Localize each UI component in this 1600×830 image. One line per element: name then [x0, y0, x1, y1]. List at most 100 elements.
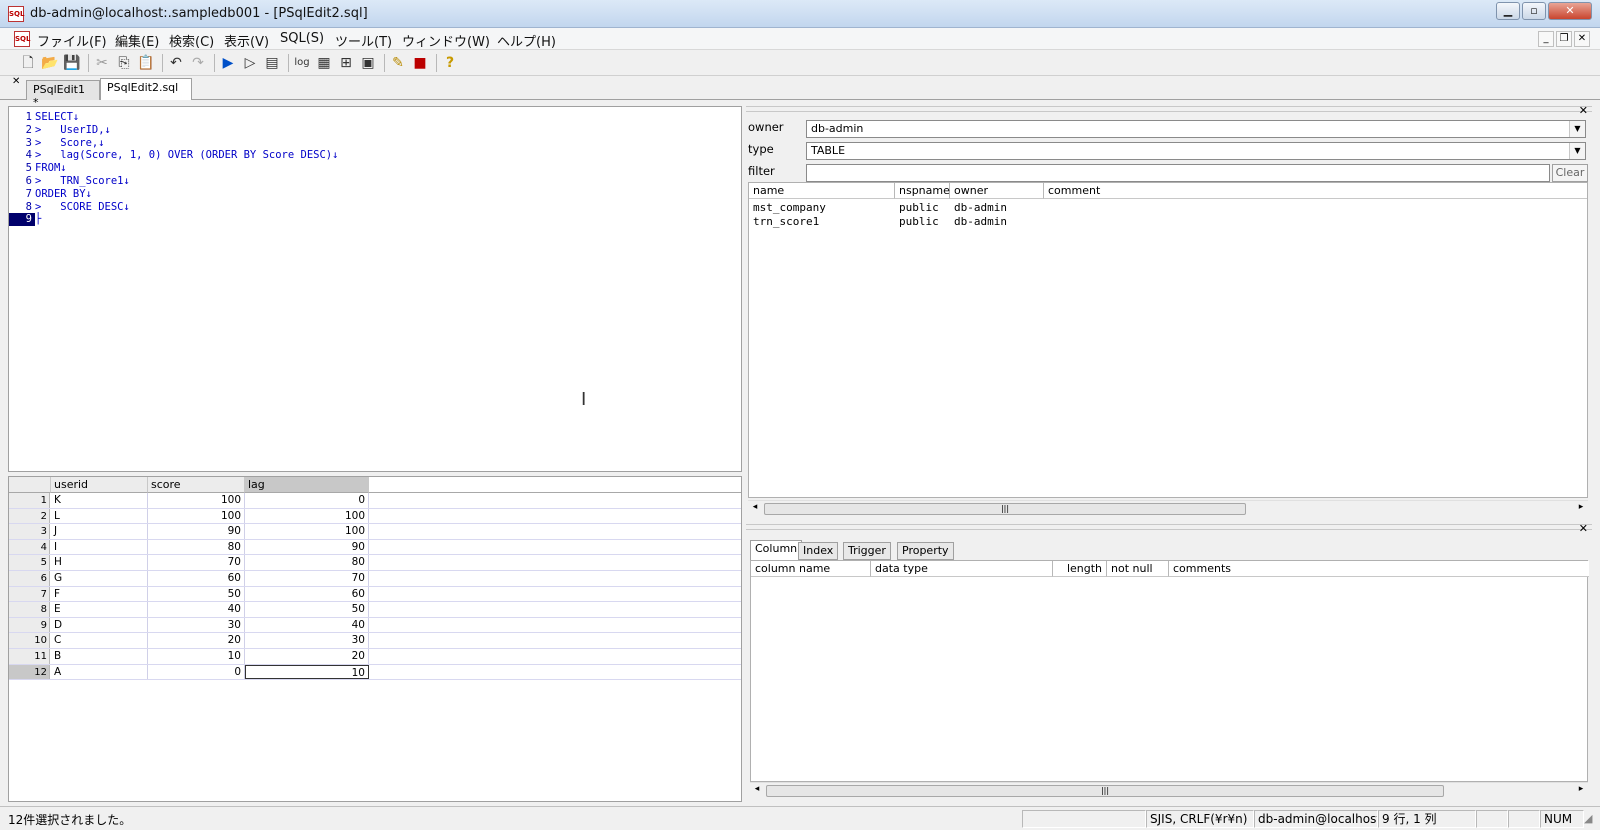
- grid-cell[interactable]: 70: [148, 555, 245, 571]
- cut-icon[interactable]: ✂: [92, 53, 112, 73]
- run-icon[interactable]: ▶: [218, 53, 238, 73]
- save-icon[interactable]: 💾: [62, 53, 82, 73]
- row-header[interactable]: 11: [9, 649, 50, 664]
- grid-cell[interactable]: 50: [245, 602, 369, 617]
- grid-cell[interactable]: B: [51, 649, 148, 664]
- filter-input[interactable]: [806, 164, 1550, 182]
- log-button[interactable]: log: [292, 53, 312, 73]
- scroll-left-icon[interactable]: ◂: [750, 784, 764, 794]
- explain-icon[interactable]: ▤: [262, 53, 282, 73]
- grid-cell[interactable]: 0: [245, 493, 369, 508]
- grid-header-userid[interactable]: userid: [51, 477, 148, 493]
- tab-trigger[interactable]: Trigger: [843, 542, 891, 560]
- row-header[interactable]: 5: [9, 555, 50, 571]
- redo-icon[interactable]: ↷: [188, 53, 208, 73]
- menu-file[interactable]: ファイル(F): [37, 31, 107, 50]
- table-row[interactable]: 3 J 90 100: [9, 524, 741, 540]
- open-folder-icon[interactable]: 📂: [40, 53, 60, 73]
- table-row[interactable]: 5 H 70 80: [9, 555, 741, 572]
- col-header-length[interactable]: length: [1053, 561, 1107, 577]
- sql-editor[interactable]: 1 SELECT↓ 2 > UserID,↓ 3 > Score,↓ 4 > lag(Scor…: [8, 106, 742, 472]
- panel-grip[interactable]: [746, 524, 1592, 530]
- document-icon[interactable]: SQL: [14, 31, 30, 47]
- scroll-thumb[interactable]: |||: [764, 503, 1246, 515]
- grid-cell[interactable]: 80: [148, 539, 245, 555]
- tab-psqledit2[interactable]: PSqlEdit2.sql: [100, 78, 192, 100]
- col-header-not-null[interactable]: not null: [1107, 561, 1169, 577]
- editor-line[interactable]: 9 ├: [9, 213, 41, 227]
- pencil-icon[interactable]: ✎: [388, 53, 408, 73]
- grid-cell[interactable]: 100: [148, 493, 245, 508]
- grid-icon[interactable]: ▦: [314, 53, 334, 73]
- mdi-minimize-button[interactable]: _: [1538, 31, 1554, 47]
- owner-select[interactable]: db-admin ▼: [806, 120, 1586, 138]
- result-grid[interactable]: userid score lag 1 K 100 0 2 L 100 100 3 J 90 100 4 I…: [8, 476, 742, 802]
- grid-cell[interactable]: G: [51, 571, 148, 586]
- grid-cell[interactable]: 90: [245, 539, 369, 555]
- close-button[interactable]: ✕: [1548, 2, 1592, 20]
- resize-grip-icon[interactable]: ◢: [1584, 812, 1592, 825]
- menu-view[interactable]: 表示(V): [224, 31, 269, 50]
- grid-cell[interactable]: 60: [245, 586, 369, 602]
- table-row[interactable]: 12 A 0 10: [9, 664, 741, 681]
- menu-window[interactable]: ウィンドウ(W): [402, 31, 490, 50]
- grid-cell[interactable]: 30: [148, 617, 245, 633]
- minimize-button[interactable]: ▁: [1496, 2, 1520, 20]
- grid-cell[interactable]: 0: [148, 664, 245, 680]
- grid-cell[interactable]: 50: [148, 586, 245, 602]
- editor-line[interactable]: 8 > SCORE DESC↓: [9, 201, 130, 214]
- list-item[interactable]: mst_company public db-admin: [749, 201, 1587, 215]
- undo-icon[interactable]: ↶: [166, 53, 186, 73]
- list-item[interactable]: trn_score1 public db-admin: [749, 215, 1587, 229]
- menu-help[interactable]: ヘルプ(H): [497, 31, 556, 50]
- editor-line[interactable]: 7 ORDER BY↓: [9, 188, 92, 201]
- menu-edit[interactable]: 編集(E): [115, 31, 159, 50]
- row-header[interactable]: 2: [9, 508, 50, 524]
- grid-cell[interactable]: D: [51, 617, 148, 633]
- grid-cell[interactable]: L: [51, 508, 148, 524]
- new-file-icon[interactable]: 🗋: [18, 53, 38, 73]
- close-panel-icon[interactable]: ✕: [1579, 522, 1588, 535]
- grid-cell[interactable]: 30: [245, 633, 369, 649]
- grid-cell[interactable]: 10: [148, 649, 245, 664]
- grid-cell[interactable]: 10: [245, 664, 369, 680]
- row-header[interactable]: 8: [9, 602, 50, 617]
- row-header[interactable]: 9: [9, 617, 50, 633]
- tab-property[interactable]: Property: [897, 542, 954, 560]
- row-header[interactable]: 6: [9, 571, 50, 586]
- copy-icon[interactable]: ⎘: [114, 53, 134, 73]
- tab-column[interactable]: Column: [750, 540, 803, 560]
- grid-cell[interactable]: 20: [245, 649, 369, 664]
- editor-line[interactable]: 1 SELECT↓: [9, 111, 80, 124]
- menu-sql[interactable]: SQL(S): [280, 31, 324, 46]
- table-row[interactable]: 7 F 50 60: [9, 586, 741, 603]
- tab-psqledit1[interactable]: PSqlEdit1 *: [26, 80, 100, 109]
- grid-corner[interactable]: [9, 477, 51, 493]
- grid-cell[interactable]: H: [51, 555, 148, 571]
- editor-line[interactable]: 3 > Score,↓: [9, 137, 105, 150]
- grid-cell[interactable]: A: [51, 664, 148, 680]
- scroll-left-icon[interactable]: ◂: [748, 502, 762, 512]
- grid-cell[interactable]: I: [51, 539, 148, 555]
- grid-cell[interactable]: E: [51, 602, 148, 617]
- grid-cell[interactable]: 60: [148, 571, 245, 586]
- menu-tools[interactable]: ツール(T): [335, 31, 392, 50]
- chevron-down-icon[interactable]: ▼: [1569, 121, 1585, 137]
- editor-line[interactable]: 4 > lag(Score, 1, 0) OVER (ORDER BY Score…: [9, 149, 339, 162]
- close-panel-icon[interactable]: ✕: [1579, 104, 1588, 117]
- row-header[interactable]: 10: [9, 633, 50, 649]
- row-header[interactable]: 1: [9, 493, 50, 508]
- grid-cell[interactable]: 80: [245, 555, 369, 571]
- editor-line[interactable]: 5 FROM↓: [9, 162, 67, 175]
- grid-cell[interactable]: 90: [148, 524, 245, 539]
- table-icon[interactable]: ⊞: [336, 53, 356, 73]
- help-icon[interactable]: ?: [440, 53, 460, 73]
- table-row[interactable]: 1 K 100 0: [9, 493, 741, 509]
- list-header-name[interactable]: name: [749, 183, 895, 199]
- grid-cell[interactable]: 40: [245, 617, 369, 633]
- run-step-icon[interactable]: ▷: [240, 53, 260, 73]
- grid-cell[interactable]: 40: [148, 602, 245, 617]
- paste-icon[interactable]: 📋: [136, 53, 156, 73]
- clear-button[interactable]: Clear: [1552, 164, 1588, 182]
- maximize-button[interactable]: ▫: [1522, 2, 1546, 20]
